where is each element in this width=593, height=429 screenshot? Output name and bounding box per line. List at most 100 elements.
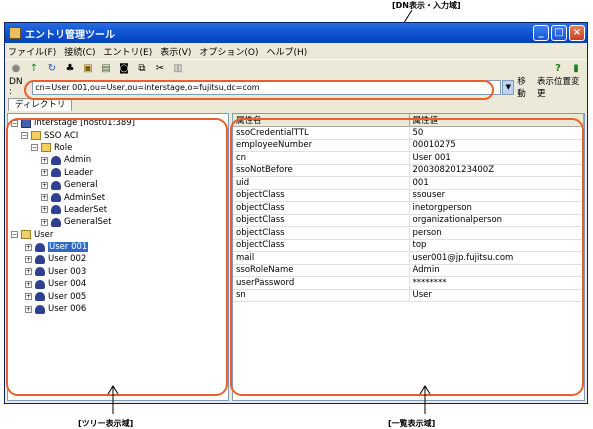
tree-user-item[interactable]: + User 005 (11, 290, 228, 302)
expand-icon[interactable]: + (25, 280, 32, 288)
window-title: エントリ管理ツール (25, 29, 115, 41)
tree-user-folder[interactable]: − User (11, 229, 228, 241)
exit-icon[interactable]: ▮ (569, 62, 583, 76)
role-icon (51, 180, 61, 190)
collapse-icon[interactable]: − (11, 231, 18, 239)
table-row[interactable]: objectClass inetorgperson (233, 201, 584, 215)
tab-row: ディレクトリ (5, 97, 587, 111)
collapse-icon[interactable]: − (21, 132, 28, 140)
tree-role-item-label: Admin (64, 155, 92, 166)
tree-user-item[interactable]: + User 006 (11, 303, 228, 315)
table-row[interactable]: objectClass top (233, 239, 584, 252)
menu-help[interactable]: ヘルプ(H) (267, 45, 308, 58)
collapse-icon[interactable]: − (11, 119, 18, 127)
dn-dropdown-button[interactable]: ▼ (502, 79, 515, 95)
tree-role-item[interactable]: + LeaderSet (11, 204, 228, 216)
tree-sso-acl[interactable]: − SSO ACI (11, 129, 228, 141)
attr-name-cell: ssoCredentialTTL (233, 126, 410, 140)
tree-role-item[interactable]: + Leader (11, 167, 228, 179)
tree-user-item[interactable]: + User 004 (11, 278, 228, 290)
list-pane[interactable]: 属性名 属性値 ssoCredentialTTL 50 employeeNumber… (232, 113, 585, 401)
header-attr-name[interactable]: 属性名 (233, 114, 410, 127)
attr-value-cell: person (409, 226, 584, 240)
expand-icon[interactable]: + (25, 243, 32, 251)
attr-name-cell: cn (233, 151, 410, 165)
tree-user-item-label: User 002 (48, 254, 87, 265)
refresh-icon[interactable]: ↻ (45, 62, 59, 76)
collapse-icon[interactable]: − (31, 144, 38, 152)
tree-user-item[interactable]: + User 003 (11, 266, 228, 278)
delete-icon[interactable]: ▤ (99, 62, 113, 76)
tree-role-item-label: LeaderSet (64, 204, 108, 215)
table-row[interactable]: cn User 001 (233, 151, 584, 165)
header-attr-value[interactable]: 属性値 (409, 114, 584, 127)
find-icon[interactable]: ♣ (63, 62, 77, 76)
table-row[interactable]: uid 001 (233, 176, 584, 190)
tree-role-item[interactable]: + AdminSet (11, 191, 228, 203)
tree-role-item[interactable]: + General (11, 179, 228, 191)
tree-user-item-label: User 005 (48, 291, 87, 302)
binoculars-icon[interactable]: ◙ (117, 62, 131, 76)
attr-name-cell: ssoNotBefore (233, 164, 410, 177)
dn-label: DN : (9, 77, 23, 97)
expand-icon[interactable]: + (41, 206, 48, 214)
table-row[interactable]: objectClass ssouser (233, 189, 584, 202)
menu-connect[interactable]: 接続(C) (64, 45, 95, 58)
menu-file[interactable]: ファイル(F) (8, 45, 56, 58)
expand-icon[interactable]: + (41, 194, 48, 202)
table-row[interactable]: ssoRoleName Admin (233, 264, 584, 277)
paste-icon[interactable]: ▥ (171, 62, 185, 76)
attr-name-cell: objectClass (233, 239, 410, 252)
expand-icon[interactable]: + (25, 255, 32, 263)
tree-role[interactable]: − Role (11, 142, 228, 154)
tree-role-item-label: GeneralSet (64, 217, 112, 228)
help-icon[interactable]: ? (551, 62, 565, 76)
tree-user-item[interactable]: + User 001 (11, 241, 228, 253)
tree-root-label: interstage [host01:389] (34, 118, 135, 129)
tab-directory[interactable]: ディレクトリ (8, 98, 73, 111)
new-entry-icon[interactable]: ▣ (81, 62, 95, 76)
table-row[interactable]: ssoCredentialTTL 50 (233, 126, 584, 140)
table-row[interactable]: userPassword ******** (233, 276, 584, 290)
expand-icon[interactable]: + (25, 293, 32, 301)
menu-entry[interactable]: エントリ(E) (104, 45, 153, 58)
tree-pane[interactable]: − interstage [host01:389] − SSO ACI − Ro… (7, 113, 229, 401)
tree-role-item[interactable]: + Admin (11, 154, 228, 166)
tree-user-item[interactable]: + User 002 (11, 253, 228, 265)
expand-icon[interactable]: + (41, 181, 48, 189)
attr-name-cell: userPassword (233, 276, 410, 290)
maximize-button[interactable]: □ (551, 25, 567, 41)
tree-role-item[interactable]: + GeneralSet (11, 216, 228, 228)
expand-icon[interactable]: + (41, 169, 48, 177)
attr-value-cell: top (409, 239, 584, 252)
table-row[interactable]: objectClass person (233, 226, 584, 240)
table-row[interactable]: mail user001@jp.fujitsu.com (233, 251, 584, 265)
menu-option[interactable]: オプション(O) (199, 45, 258, 58)
expand-icon[interactable]: + (41, 156, 48, 164)
menu-view[interactable]: 表示(V) (160, 45, 191, 58)
attr-name-cell: sn (233, 289, 410, 302)
title-bar: エントリ管理ツール _ □ × (5, 23, 587, 43)
folder-icon (41, 143, 51, 153)
expand-icon[interactable]: + (25, 268, 32, 276)
app-window: エントリ管理ツール _ □ × ファイル(F) 接続(C) エントリ(E) 表示… (4, 22, 588, 404)
table-row[interactable]: objectClass organizationalperson (233, 214, 584, 227)
copy-icon[interactable]: ⧉ (135, 62, 149, 76)
tree-root[interactable]: − interstage [host01:389] (11, 117, 228, 129)
expand-icon[interactable]: + (41, 218, 48, 226)
up-icon[interactable]: ↑ (27, 62, 41, 76)
move-button[interactable]: 移動 (517, 75, 534, 99)
attr-name-cell: objectClass (233, 189, 410, 202)
expand-icon[interactable]: + (25, 305, 32, 313)
directory-icon (21, 118, 31, 128)
connect-icon[interactable]: ● (9, 62, 23, 76)
tree-callout-arrow (107, 385, 119, 414)
table-row[interactable]: employeeNumber 00010275 (233, 139, 584, 152)
table-row[interactable]: sn User (233, 289, 584, 302)
cut-icon[interactable]: ✂ (153, 62, 167, 76)
dn-input[interactable]: cn=User 001,ou=User,ou=interstage,o=fuji… (32, 79, 502, 95)
table-row[interactable]: ssoNotBefore 20030820123400Z (233, 164, 584, 177)
minimize-button[interactable]: _ (533, 25, 549, 41)
close-button[interactable]: × (569, 25, 585, 41)
change-layout-button[interactable]: 表示位置変更 (537, 75, 587, 99)
